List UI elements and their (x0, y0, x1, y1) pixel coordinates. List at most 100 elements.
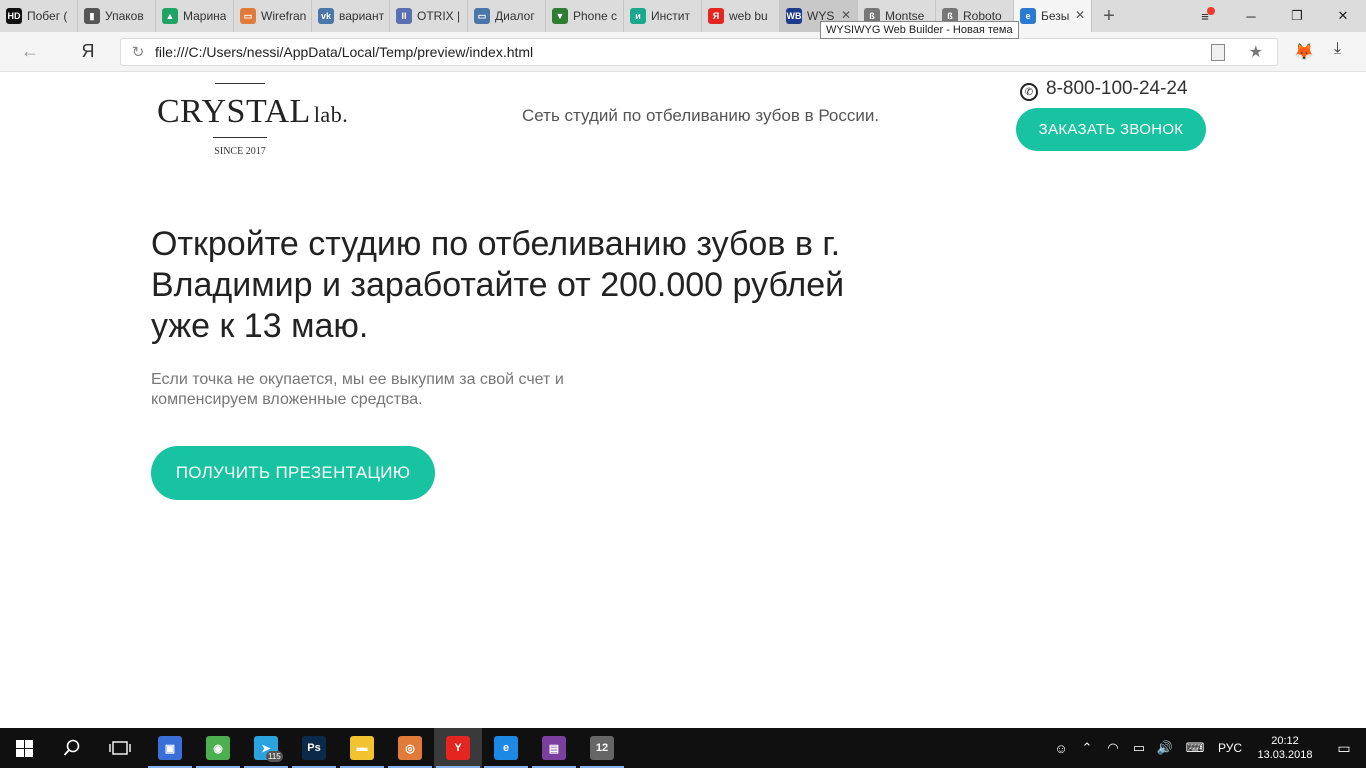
tab-favicon-icon: ▼ (552, 8, 568, 24)
task-view-icon (109, 741, 131, 755)
language-indicator[interactable]: РУС (1212, 741, 1248, 755)
tab-title: Wirefran (261, 9, 307, 23)
browser-tab[interactable]: II OTRIX | (390, 0, 468, 32)
system-tray: ☺ ⌃ ◠ ▭ 🔊 ⌨ РУС 20:12 13.03.2018 ▭ (1048, 728, 1366, 768)
action-center-icon[interactable]: ▭ (1322, 740, 1366, 757)
tab-favicon-icon: vk (318, 8, 334, 24)
reload-icon[interactable]: ↻ (121, 43, 155, 61)
photoshop-icon: Ps (302, 736, 326, 760)
taskbar-app-edge[interactable]: e (482, 728, 530, 768)
minimize-button[interactable]: ─ (1228, 0, 1274, 32)
tab-favicon-icon: Я (708, 8, 724, 24)
browser-tab[interactable]: ▮ Упаков (78, 0, 156, 32)
taskbar-app-photoshop[interactable]: Ps (290, 728, 338, 768)
restore-icon: ❐ (1291, 8, 1303, 23)
tab-favicon-icon: ▲ (162, 8, 178, 24)
taskbar-app-winrar[interactable]: ▤ (530, 728, 578, 768)
minimize-icon: ─ (1246, 8, 1256, 24)
volume-icon[interactable]: 🔊 (1152, 740, 1178, 756)
tab-favicon-icon: ▮ (84, 8, 100, 24)
restore-button[interactable]: ❐ (1274, 0, 1320, 32)
hero-title: Откройте студию по отбеливанию зубов в г… (151, 225, 845, 345)
yandex-browser-icon: Y (446, 736, 470, 760)
tab-title: Диалог (495, 9, 535, 23)
taskbar-apps: ▣ ◉ ➤ Ps ▬ ◎ Ye ▤ 12 (146, 728, 626, 768)
battery-icon[interactable]: ▭ (1126, 740, 1152, 756)
taskbar-app-telegram[interactable]: ➤ (242, 728, 290, 768)
url-text[interactable]: file:///C:/Users/nessi/AppData/Local/Tem… (155, 44, 533, 60)
get-presentation-button[interactable]: ПОЛУЧИТЬ ПРЕЗЕНТАЦИЮ (151, 446, 435, 500)
tab-title: Побег ( (27, 9, 68, 23)
taskbar-app-globe-app[interactable]: ◉ (194, 728, 242, 768)
search-icon (63, 739, 80, 756)
windows-logo-icon (15, 739, 33, 757)
start-button[interactable] (0, 728, 48, 768)
tab-favicon-icon: WB (786, 8, 802, 24)
back-button[interactable]: ← (12, 32, 48, 72)
taskbar-clock[interactable]: 20:12 13.03.2018 (1248, 734, 1322, 762)
browser-tab[interactable]: vk вариант (312, 0, 390, 32)
globe-app-icon: ◉ (206, 736, 230, 760)
phone-number[interactable]: 8-800-100-24-24 (1046, 78, 1188, 100)
tab-close-icon[interactable]: ✕ (841, 8, 851, 22)
tab-close-icon[interactable]: ✕ (1075, 8, 1085, 22)
chevron-up-icon[interactable]: ⌃ (1074, 740, 1100, 756)
browser-tab[interactable]: ▭ Диалог (468, 0, 546, 32)
clock-date: 13.03.2018 (1257, 749, 1313, 761)
header-phone[interactable]: ✆ 8-800-100-24-24 (1020, 77, 1188, 101)
computer-manager-icon: ▣ (158, 736, 182, 760)
site-logo[interactable]: CRYSTAL lab. SINCE 2017 (157, 81, 348, 161)
browser-tab[interactable]: ▼ Phone c (546, 0, 624, 32)
browser-tab[interactable]: и Инстит (624, 0, 702, 32)
download-icon[interactable]: ⤓ (1334, 40, 1341, 58)
yandex-home-button[interactable]: Я (68, 32, 108, 72)
address-bar: ← Я ↻ file:///C:/Users/nessi/AppData/Loc… (0, 32, 1366, 72)
file-explorer-icon: ▬ (350, 736, 374, 760)
web-builder-icon: 12 (590, 736, 614, 760)
wifi-icon[interactable]: ◠ (1100, 740, 1126, 756)
order-call-button[interactable]: ЗАКАЗАТЬ ЗВОНОК (1016, 108, 1206, 151)
reader-mode-icon[interactable] (1211, 44, 1225, 61)
browser-tab[interactable]: HD Побег ( (0, 0, 78, 32)
browser-tab[interactable]: ▲ Марина (156, 0, 234, 32)
logo-rule-top (215, 83, 265, 84)
tab-favicon-icon: ▭ (474, 8, 490, 24)
tab-favicon-icon: ▭ (240, 8, 256, 24)
tab-title: Инстит (651, 9, 690, 23)
task-view-button[interactable] (96, 728, 144, 768)
logo-sub-text: lab. (313, 102, 349, 127)
web-page: CRYSTAL lab. SINCE 2017 Сеть студий по от… (0, 73, 1366, 728)
tab-title: вариант (339, 9, 385, 23)
tab-favicon-icon: и (630, 8, 646, 24)
close-window-button[interactable]: ✕ (1320, 0, 1366, 32)
taskbar-app-computer-manager[interactable]: ▣ (146, 728, 194, 768)
back-arrow-icon: ← (21, 41, 39, 61)
windows-taskbar: ▣ ◉ ➤ Ps ▬ ◎ Ye ▤ 12 115 ☺ ⌃ ◠ ▭ 🔊 ⌨ РУС 20:12 1… (0, 728, 1366, 768)
taskbar-app-yandex-browser[interactable]: Y (434, 728, 482, 768)
edge-icon: e (494, 736, 518, 760)
taskbar-app-eye-app[interactable]: ◎ (386, 728, 434, 768)
eye-app-icon: ◎ (398, 736, 422, 760)
winrar-icon: ▤ (542, 736, 566, 760)
tab-title: Безы (1041, 9, 1070, 23)
people-icon[interactable]: ☺ (1048, 741, 1074, 756)
browser-tab[interactable]: e Безы ✕ (1014, 0, 1092, 32)
logo-wordmark: CRYSTAL lab. (157, 93, 348, 131)
taskbar-app-web-builder[interactable]: 12 (578, 728, 626, 768)
bookmark-star-icon[interactable]: ★ (1249, 42, 1263, 62)
url-field[interactable]: ↻ file:///C:/Users/nessi/AppData/Local/T… (120, 38, 1278, 66)
tab-title: web bu (729, 9, 768, 23)
new-tab-button[interactable]: + (1092, 0, 1126, 32)
notification-dot (1207, 7, 1215, 15)
clock-time: 20:12 (1271, 735, 1299, 747)
metamask-fox-icon[interactable]: 🦊 (1294, 42, 1314, 62)
browser-tab[interactable]: Яweb bu (702, 0, 780, 32)
browser-tab[interactable]: ▭ Wirefran (234, 0, 312, 32)
logo-rule-bottom (213, 137, 267, 138)
telegram-unread-badge: 115 (266, 751, 283, 762)
taskbar-app-file-explorer[interactable]: ▬ (338, 728, 386, 768)
window-controls: ≡ ─ ❐ ✕ (1182, 0, 1366, 32)
keyboard-icon[interactable]: ⌨ (1178, 740, 1212, 756)
browser-menu-button[interactable]: ≡ (1182, 0, 1228, 32)
search-button[interactable] (48, 728, 96, 768)
